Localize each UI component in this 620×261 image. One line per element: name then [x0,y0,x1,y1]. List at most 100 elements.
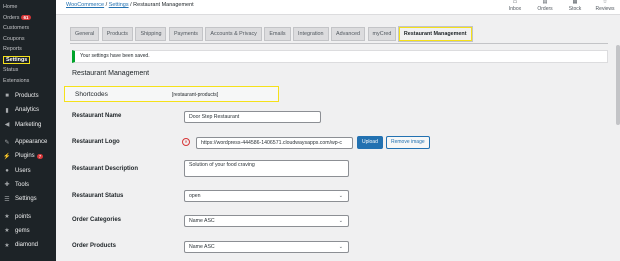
submenu-coupons[interactable]: Coupons [0,34,56,45]
restaurant-description-textarea[interactable]: Solution of your food craving [184,160,349,177]
page-scrollbar[interactable] [616,15,620,261]
menu-plugins[interactable]: ⚡ Plugins 7 [0,149,56,163]
menu-tools[interactable]: ✚ Tools [0,178,56,192]
restaurant-status-label: Restaurant Status [72,193,124,199]
star-icon: ★ [4,228,10,235]
menu-diamond[interactable]: ★ diamond [0,238,56,252]
menu-label: Products [15,93,39,100]
shortcodes-label: Shortcodes [75,91,108,98]
restaurant-name-input[interactable]: Door Step Restaurant [184,111,321,123]
submenu-label: Status [3,67,19,73]
shortcodes-row: Shortcodes [restaurant-products] [64,86,279,102]
menu-label: gems [15,227,30,234]
inbox-button[interactable]: ▭ Inbox [500,0,530,15]
box-icon: ■ [5,93,9,100]
tab-general[interactable]: General [70,27,100,41]
tab-shipping[interactable]: Shipping [135,27,167,41]
plugin-icon: ⚡ [3,153,11,160]
bar-chart-icon: ▮ [5,107,9,114]
menu-label: Analytics [15,107,40,114]
remove-image-button[interactable]: Remove image [386,136,430,149]
submenu-label: Coupons [3,35,25,42]
restaurant-logo-label: Restaurant Logo [72,139,120,145]
submenu-reports[interactable]: Reports [0,44,56,55]
chevron-down-icon: ⌄ [338,244,343,250]
menu-gems[interactable]: ★ gems [0,224,56,238]
submenu-customers[interactable]: Customers [0,23,56,34]
upload-button[interactable]: Upload [357,136,383,149]
menu-points[interactable]: ★ points [0,209,56,223]
menu-settings[interactable]: ☰ Settings [0,192,56,206]
chevron-down-icon: ⌄ [338,193,343,199]
tab-mycred[interactable]: myCred [367,27,397,41]
menu-label: Appearance [15,139,48,146]
breadcrumb-separator: / [105,2,108,8]
orders-count-badge: 61 [21,14,31,20]
reviews-button[interactable]: ☆ Reviews [590,0,620,15]
submenu-label: Reports [3,46,22,52]
settings-tabs: General Products Shipping Payments Accou… [70,26,474,43]
tab-divider [70,43,608,44]
star-icon: ★ [4,242,10,249]
orders-label: Orders [537,6,553,12]
admin-sidebar: Home Orders 61 Customers Coupons Reports … [0,0,56,261]
submenu-settings[interactable]: Settings [0,55,56,66]
orders-button[interactable]: ▤ Orders [530,0,560,15]
star-icon: ★ [4,214,10,221]
restaurant-description-label: Restaurant Description [72,166,139,172]
tab-products[interactable]: Products [101,27,133,41]
tab-accounts-privacy[interactable]: Accounts & Privacy [205,27,262,41]
section-title: Restaurant Management [72,70,150,77]
order-products-select[interactable]: Name ASC ⌄ [184,241,349,253]
scrollbar-thumb[interactable] [616,45,620,125]
success-notice: Your settings have been saved. [72,50,608,63]
menu-label: diamond [15,242,39,249]
submenu-label: Extensions [3,77,30,84]
menu-marketing[interactable]: ◀ Marketing [0,118,56,132]
tab-advanced[interactable]: Advanced [331,27,366,41]
brush-icon: ✎ [4,139,10,146]
settings-content: General Products Shipping Payments Accou… [56,15,620,261]
submenu-label: Orders [3,14,20,21]
submenu-status[interactable]: Status [0,65,56,76]
menu-products[interactable]: ■ Products [0,89,56,103]
stock-button[interactable]: ▦ Stock [560,0,590,15]
tab-restaurant-management[interactable]: Restaurant Management [397,26,473,42]
logo-placeholder-icon: ✕ [182,138,190,146]
menu-appearance[interactable]: ✎ Appearance [0,135,56,149]
breadcrumb-separator: / [130,2,132,8]
restaurant-status-select[interactable]: open ⌄ [184,190,349,202]
menu-label: Users [15,167,31,174]
logo-url-input[interactable]: https://wordpress-444586-1406571.cloudwa… [196,137,353,149]
sliders-icon: ☰ [4,196,10,203]
order-categories-value: Name ASC [189,218,215,224]
menu-analytics[interactable]: ▮ Analytics [0,103,56,117]
megaphone-icon: ◀ [4,122,10,129]
shortcodes-value: [restaurant-products] [172,91,219,98]
menu-label: Marketing [15,121,42,128]
submenu-label: Customers [3,25,30,31]
breadcrumb-settings-link[interactable]: Settings [109,2,129,8]
menu-users[interactable]: ● Users [0,163,56,177]
woocommerce-submenu: Home Orders 61 Customers Coupons Reports … [0,0,56,86]
wrench-icon: ✚ [4,182,10,189]
woocommerce-header: WooCommerce / Settings / Restaurant Mana… [56,0,620,15]
submenu-extensions[interactable]: Extensions [0,76,56,87]
user-icon: ● [5,167,9,174]
tab-emails[interactable]: Emails [264,27,291,41]
tab-integration[interactable]: Integration [293,27,329,41]
order-categories-label: Order Categories [72,217,122,223]
restaurant-name-label: Restaurant Name [72,113,122,119]
submenu-orders[interactable]: Orders 61 [0,13,56,24]
stock-label: Stock [568,6,582,12]
menu-label: Plugins [15,153,35,160]
submenu-home[interactable]: Home [0,2,56,13]
submenu-label: Settings [3,55,31,64]
reviews-label: Reviews [595,6,615,12]
order-categories-select[interactable]: Name ASC ⌄ [184,215,349,227]
breadcrumb-woocommerce-link[interactable]: WooCommerce [66,2,104,8]
menu-label: Tools [15,181,30,188]
tab-payments[interactable]: Payments [168,27,203,41]
plugins-count-badge: 7 [36,153,44,160]
order-products-value: Name ASC [189,244,215,250]
